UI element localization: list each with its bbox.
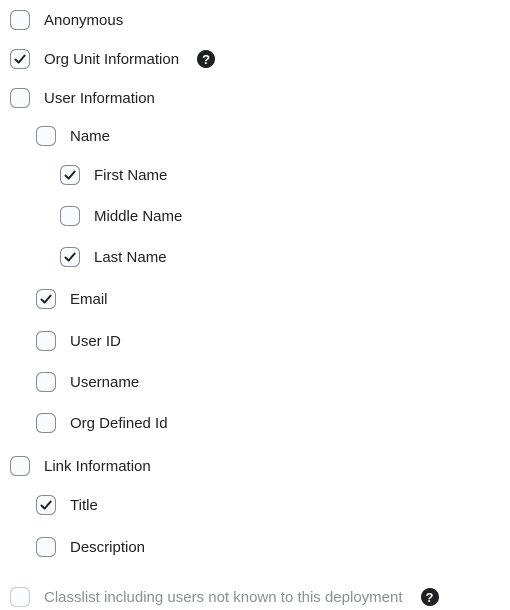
user-id-checkbox[interactable] (36, 331, 56, 351)
check-icon (14, 54, 26, 64)
description-label: Description (70, 538, 146, 556)
link-information-label: Link Information (44, 457, 151, 475)
email-label: Email (70, 290, 108, 308)
classlist-unknown-users-checkbox (10, 587, 30, 607)
middle-name-label: Middle Name (94, 207, 183, 225)
email-checkbox[interactable] (36, 289, 56, 309)
name-checkbox[interactable] (36, 126, 56, 146)
last-name-label: Last Name (94, 248, 167, 266)
check-icon (64, 170, 76, 180)
org-defined-id-label: Org Defined Id (70, 414, 168, 432)
anonymous-checkbox[interactable] (10, 10, 30, 30)
check-icon (64, 252, 76, 262)
option-user-information[interactable]: User Information (10, 85, 155, 111)
option-description[interactable]: Description (36, 534, 145, 560)
first-name-checkbox[interactable] (60, 165, 80, 185)
org-defined-id-checkbox[interactable] (36, 413, 56, 433)
option-title[interactable]: Title (36, 492, 98, 518)
option-last-name[interactable]: Last Name (60, 244, 167, 270)
description-checkbox[interactable] (36, 537, 56, 557)
link-information-checkbox[interactable] (10, 456, 30, 476)
option-link-information[interactable]: Link Information (10, 453, 151, 479)
title-checkbox[interactable] (36, 495, 56, 515)
option-first-name[interactable]: First Name (60, 162, 167, 188)
org-unit-information-label: Org Unit Information (44, 50, 180, 68)
check-icon (40, 294, 52, 304)
check-icon (40, 500, 52, 510)
user-information-checkbox[interactable] (10, 88, 30, 108)
title-label: Title (70, 496, 98, 514)
user-id-label: User ID (70, 332, 121, 350)
org-unit-information-checkbox[interactable] (10, 49, 30, 69)
option-anonymous[interactable]: Anonymous (10, 7, 123, 33)
option-classlist-unknown-users: Classlist including users not known to t… (10, 584, 439, 610)
option-name[interactable]: Name (36, 123, 110, 149)
help-icon[interactable]: ? (420, 588, 439, 606)
option-middle-name[interactable]: Middle Name (60, 203, 182, 229)
username-label: Username (70, 373, 140, 391)
help-icon[interactable]: ? (197, 50, 216, 68)
first-name-label: First Name (94, 166, 168, 184)
user-information-label: User Information (44, 89, 155, 107)
option-user-id[interactable]: User ID (36, 328, 121, 354)
option-email[interactable]: Email (36, 286, 108, 312)
username-checkbox[interactable] (36, 372, 56, 392)
anonymous-label: Anonymous (44, 11, 124, 29)
name-label: Name (70, 127, 111, 145)
option-org-defined-id[interactable]: Org Defined Id (36, 410, 168, 436)
option-username[interactable]: Username (36, 369, 139, 395)
middle-name-checkbox[interactable] (60, 206, 80, 226)
classlist-unknown-users-label: Classlist including users not known to t… (44, 588, 403, 606)
option-org-unit-information[interactable]: Org Unit Information ? (10, 46, 216, 72)
last-name-checkbox[interactable] (60, 247, 80, 267)
